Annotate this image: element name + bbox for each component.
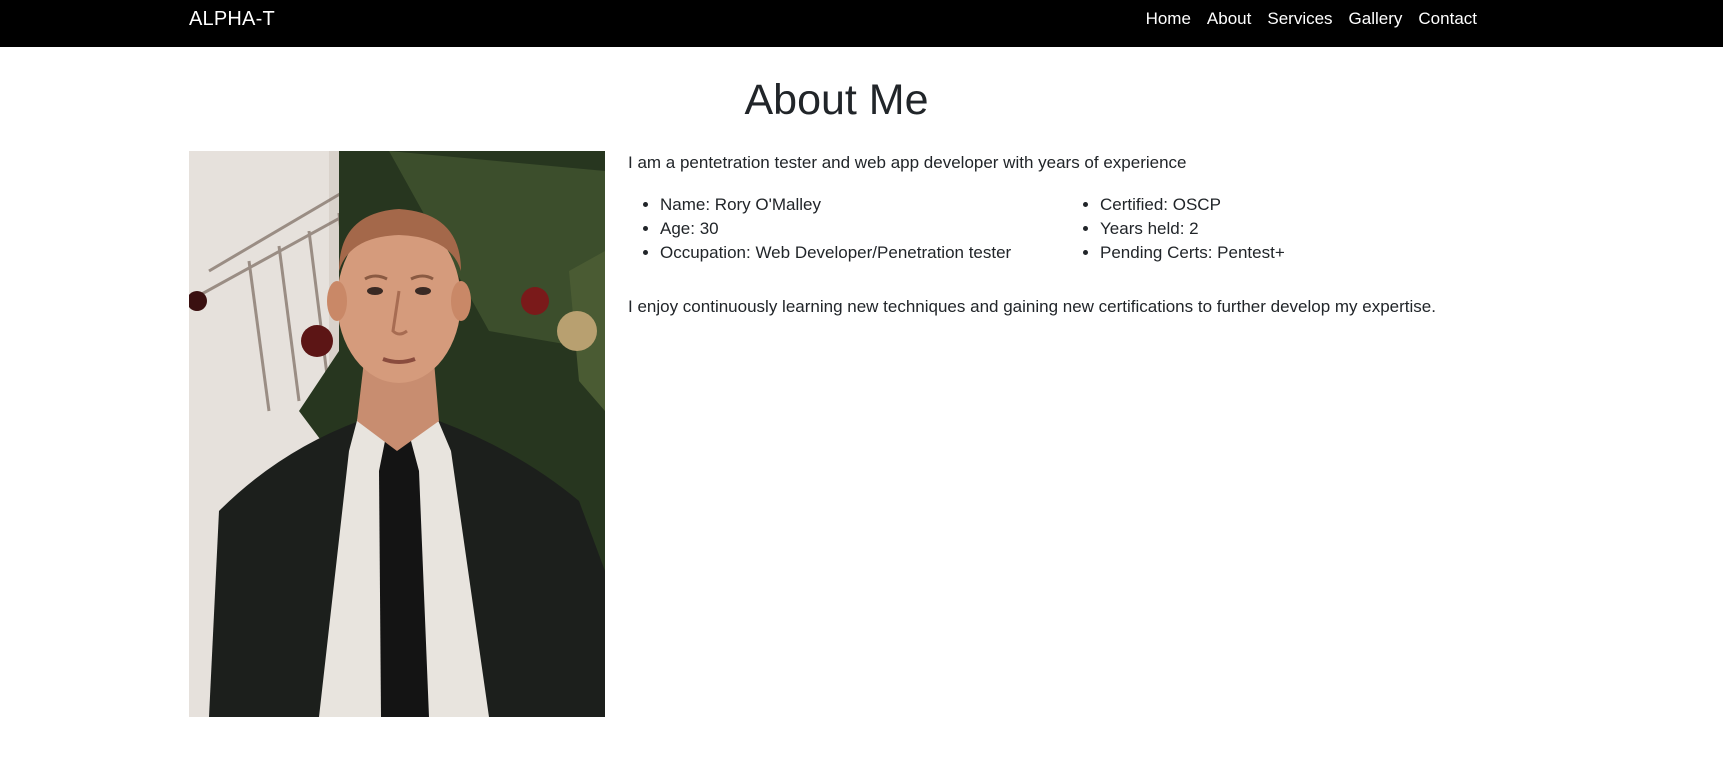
nav-links: Home About Services Gallery Contact: [1146, 9, 1477, 29]
nav-link-services[interactable]: Services: [1267, 9, 1332, 29]
details-list-left: Name: Rory O'Malley Age: 30 Occupation: …: [628, 193, 1011, 265]
profile-photo-illustration: [189, 151, 605, 717]
list-item: Years held: 2: [1100, 217, 1285, 241]
page-title: About Me: [744, 76, 929, 124]
profile-photo: [189, 151, 605, 717]
nav-link-about[interactable]: About: [1207, 9, 1251, 29]
nav-link-gallery[interactable]: Gallery: [1349, 9, 1403, 29]
list-item: Pending Certs: Pentest+: [1100, 241, 1285, 265]
nav-link-home[interactable]: Home: [1146, 9, 1191, 29]
list-item: Age: 30: [660, 217, 1011, 241]
intro-text: I am a pentetration tester and web app d…: [628, 153, 1187, 172]
list-item: Occupation: Web Developer/Penetration te…: [660, 241, 1011, 265]
list-item: Name: Rory O'Malley: [660, 193, 1011, 217]
outro-text: I enjoy continuously learning new techni…: [628, 297, 1436, 316]
brand-link[interactable]: ALPHA-T: [189, 8, 275, 31]
navbar: ALPHA-T Home About Services Gallery Cont…: [0, 0, 1723, 47]
nav-link-contact[interactable]: Contact: [1418, 9, 1477, 29]
details-list-right: Certified: OSCP Years held: 2 Pending Ce…: [1068, 193, 1285, 265]
list-item: Certified: OSCP: [1100, 193, 1285, 217]
